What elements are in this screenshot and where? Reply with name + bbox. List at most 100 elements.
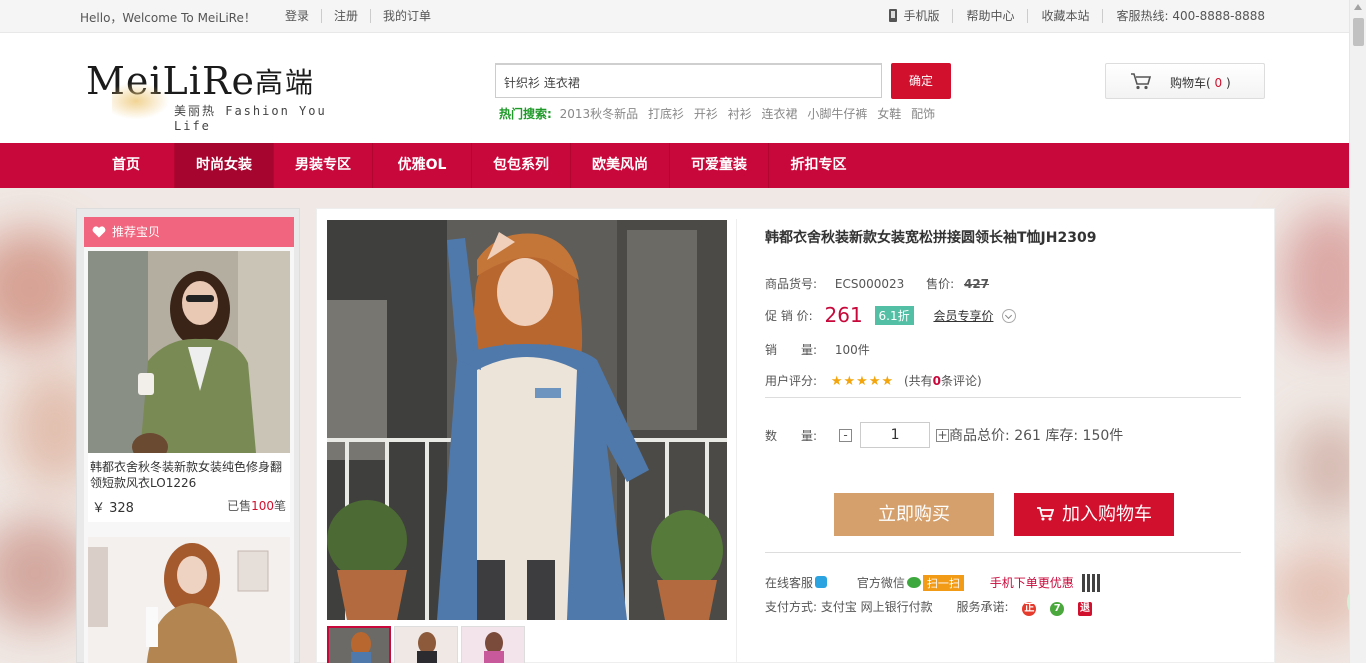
recommend-item-image[interactable] [88,251,290,453]
quantity-row: 数 量: - 1 + 商品总价: 261 库存: 150件 [765,422,1123,448]
promise-label: 服务承诺: [956,600,1009,614]
hot-word[interactable]: 衬衫 [728,107,752,121]
sku-label: 商品货号: [765,277,818,291]
payment-methods: 支付方式: 支付宝 网上银行付款 [765,600,933,614]
separator [765,552,1241,553]
nav-item-ol[interactable]: 优雅OL [373,143,472,188]
seven-day-badge-icon: 7 [1050,602,1065,616]
online-service-link[interactable]: 在线客服 [765,576,828,590]
sku-row: 商品货号: ECS000023 售价: 427 [765,275,989,292]
top-bar: Hello，Welcome To MeiLiRe！ 登录 注册 我的订单 手机版… [0,0,1349,33]
chevron-down-icon[interactable] [1002,309,1017,323]
recommend-item[interactable] [88,537,290,663]
qq-icon [815,576,828,588]
payment-row: 支付方式: 支付宝 网上银行付款 服务承诺: 正 7 退 [765,598,1093,616]
hot-word[interactable]: 配饰 [911,107,935,121]
hot-word[interactable]: 女鞋 [877,107,901,121]
wechat-icon [906,577,921,588]
thumbnail[interactable] [327,626,391,663]
bookmark-link[interactable]: 收藏本站 [1027,9,1102,23]
recommend-item-image[interactable] [88,537,290,663]
rating-label: 用户评分: [765,374,818,388]
welcome-text: Hello，Welcome To MeiLiRe！ [80,11,256,25]
review-count[interactable]: (共有0条评论) [904,374,982,388]
hot-word[interactable]: 开衫 [694,107,718,121]
total-and-stock: 商品总价: 261 库存: 150件 [949,428,1124,444]
hot-word[interactable]: 小脚牛仔裤 [807,107,867,121]
account-links: 登录 注册 我的订单 [285,9,443,23]
nav-item-men[interactable]: 男装专区 [274,143,373,188]
logo-star-decoration [112,81,172,121]
help-center-link[interactable]: 帮助中心 [952,9,1027,23]
cart-label: 购物车( [1170,76,1211,90]
sku-value: ECS000023 [834,277,905,291]
hot-word[interactable]: 打底衫 [648,107,684,121]
separator [765,397,1241,398]
site-links: 手机版 帮助中心 收藏本站 客服热线: 400-8888-8888 [876,9,1265,23]
register-link[interactable]: 注册 [321,9,370,23]
qty-label: 数 量: [765,428,818,443]
sales-row: 销 量: 100件 [765,341,870,358]
page-scrollbar[interactable] [1349,0,1366,663]
rating-stars-icon: ★★★★★ [830,374,895,389]
original-price: 427 [963,277,990,291]
search-input[interactable]: 针织衫 连衣裙 [495,63,882,98]
nav-item-kids[interactable]: 可爱童装 [670,143,769,188]
discount-tag: 6.1折 [874,306,914,325]
search-button[interactable]: 确定 [891,63,951,99]
my-orders-link[interactable]: 我的订单 [370,9,443,23]
scroll-up-arrow-icon[interactable] [1354,4,1362,10]
logo-cn: 高端 [255,66,316,99]
panel-divider [736,219,737,663]
recommend-item-price: ￥ 328 [92,501,134,516]
add-to-cart-button[interactable]: 加入购物车 [1014,493,1174,536]
rating-row: 用户评分: ★★★★★ (共有0条评论) [765,372,982,389]
recommend-item-title[interactable]: 韩都衣舍秋冬装新款女装纯色修身翻领短款风衣LO1226 [88,453,290,491]
cart-icon [1037,507,1054,521]
thumbnail[interactable] [394,626,458,663]
qty-plus-button[interactable]: + [936,428,950,442]
member-price-link[interactable]: 会员专享价 [933,309,993,323]
mobile-order-link[interactable]: 手机下单更优惠 [990,576,1074,590]
quantity-input[interactable]: 1 [860,422,931,448]
hot-word[interactable]: 2013秋冬新品 [560,107,639,121]
hot-word[interactable]: 连衣裙 [762,107,798,121]
phone-icon [889,9,898,22]
login-link[interactable]: 登录 [285,9,321,23]
qr-code-icon[interactable] [1081,574,1100,592]
nav-item-euro[interactable]: 欧美风尚 [571,143,670,188]
nav-item-home[interactable]: 首页 [78,143,175,188]
sidebar-title: 推荐宝贝 [112,225,161,239]
promo-price: 261 [824,303,863,327]
sales-label: 销 量: [765,343,818,357]
hotline-text: 客服热线: 400-8888-8888 [1102,9,1265,23]
product-info: 韩都衣舍秋装新款女装宽松拼接圆领长袖T恤JH2309 商品货号: ECS0000… [765,227,1245,616]
nav-item-discount[interactable]: 折扣专区 [769,143,868,188]
cart-count: 0 [1210,76,1226,90]
sales-value: 100件 [834,343,870,357]
scrollbar-thumb[interactable] [1353,18,1364,46]
price-label: 售价: [926,277,955,291]
cart-icon [1131,73,1152,90]
recommend-item-sold: 已售100笔 [227,499,286,513]
wechat-link[interactable]: 官方微信 扫一扫 [857,575,964,591]
promo-row: 促 销 价: 261 6.1折 会员专享价 [765,303,1017,327]
mobile-version-link[interactable]: 手机版 [876,9,952,23]
sidebar-header: 推荐宝贝 [84,217,294,247]
nav-item-women[interactable]: 时尚女装 [175,143,274,188]
product-panel: 韩都衣舍秋装新款女装宽松拼接圆领长袖T恤JH2309 商品货号: ECS0000… [316,208,1275,663]
cart-button[interactable]: 购物车( 0 ) [1105,63,1265,99]
product-main-image[interactable] [327,220,727,620]
nav-item-bags[interactable]: 包包系列 [472,143,571,188]
qty-minus-button[interactable]: - [839,428,853,442]
logo-slogan: 美丽热 Fashion You Life [174,104,327,133]
hot-searches: 热门搜索: 2013秋冬新品 打底衫 开衫 衬衫 连衣裙 小脚牛仔裤 女鞋 配饰 [499,105,941,122]
recommend-item[interactable]: 韩都衣舍秋冬装新款女装纯色修身翻领短款风衣LO1226 ￥ 328 已售100笔 [88,251,290,522]
return-badge-icon: 退 [1078,602,1093,616]
thumbnail[interactable] [461,626,525,663]
product-thumbnails [327,626,528,663]
buy-now-button[interactable]: 立即购买 [834,493,994,536]
site-logo[interactable]: MeiLiRe高端 美丽热 Fashion You Life [86,59,356,133]
recommend-sidebar: 推荐宝贝 韩都衣舍秋冬装新款女装纯色修身翻领短款风衣LO1226 ￥ 328 已… [76,208,300,663]
product-title: 韩都衣舍秋装新款女装宽松拼接圆领长袖T恤JH2309 [765,230,1097,246]
